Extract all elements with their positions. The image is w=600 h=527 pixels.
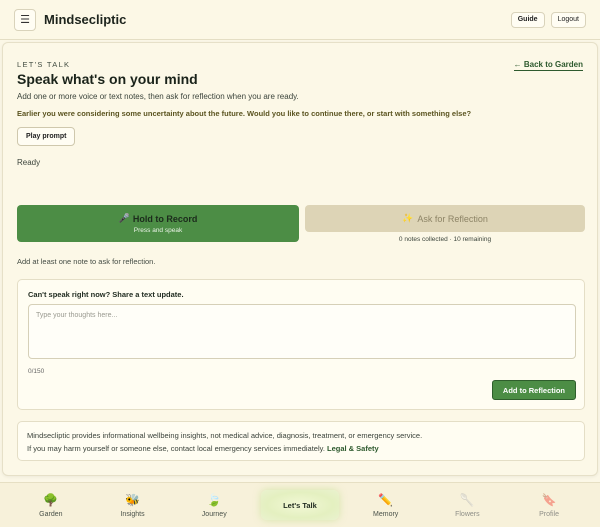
- page-title: Speak what's on your mind: [17, 71, 198, 87]
- nav-label-profile: Profile: [539, 510, 559, 518]
- guide-button[interactable]: Guide: [510, 11, 545, 28]
- reflect-label: Ask for Reflection: [417, 213, 488, 224]
- text-update-card: Can't speak right now? Share a text upda…: [17, 279, 585, 410]
- menu-button[interactable]: ☰: [14, 8, 36, 31]
- text-update-title: Can't speak right now? Share a text upda…: [28, 290, 184, 299]
- nav-item-journey[interactable]: 🍃 Journey: [179, 486, 249, 524]
- disclaimer-line-2: If you may harm yourself or someone else…: [27, 442, 575, 455]
- nav-label-memory: Memory: [373, 510, 399, 518]
- nav-item-memory[interactable]: ✏️ Memory: [351, 486, 421, 524]
- character-count: 0/150: [28, 368, 45, 375]
- nav-label-flowers: Flowers: [455, 510, 480, 518]
- ask-for-reflection-button[interactable]: ✨ Ask for Reflection: [305, 205, 585, 232]
- nav-label-insights: Insights: [120, 510, 145, 518]
- page-subtitle: Add one or more voice or text notes, the…: [17, 92, 299, 101]
- record-label-row: 🎤 Hold to Record: [119, 213, 198, 224]
- tree-icon: 🌳: [43, 492, 59, 507]
- bee-icon: 🐝: [125, 492, 141, 507]
- conversation-prompt: Earlier you were considering some uncert…: [17, 109, 472, 118]
- record-label: Hold to Record: [132, 213, 198, 224]
- thoughts-textarea[interactable]: Type your thoughts here...: [28, 304, 576, 359]
- reflection-hint: Add at least one note to ask for reflect…: [17, 257, 156, 266]
- record-sublabel: Press and speak: [133, 227, 183, 234]
- nav-label-garden: Garden: [39, 510, 63, 518]
- nav-label-journey: Journey: [201, 510, 227, 518]
- recording-status: Ready: [17, 158, 41, 167]
- legal-safety-link[interactable]: Legal & Safety: [327, 444, 379, 453]
- pencil-icon: ✏️: [378, 492, 394, 507]
- play-prompt-button[interactable]: Play prompt: [17, 127, 76, 146]
- header-actions: Guide Logout: [510, 11, 586, 28]
- leaf-icon: 🍃: [206, 492, 222, 507]
- add-to-reflection-button[interactable]: Add to Reflection: [491, 380, 576, 400]
- sparkle-icon: ✨: [402, 213, 414, 223]
- logout-button[interactable]: Logout: [550, 11, 586, 28]
- app-header: ☰ Mindsecliptic Guide Logout: [0, 0, 600, 40]
- hold-to-record-button[interactable]: 🎤 Hold to Record Press and speak: [17, 205, 299, 242]
- disclaimer-line-2-text: If you may harm yourself or someone else…: [27, 444, 325, 453]
- nav-item-flowers[interactable]: 🥄 Flowers: [432, 486, 502, 524]
- section-eyebrow: LET'S TALK: [17, 60, 71, 69]
- microphone-icon: 🎤: [118, 213, 130, 223]
- shovel-icon: 🥄: [459, 492, 475, 507]
- nav-item-garden[interactable]: 🌳 Garden: [16, 486, 86, 524]
- back-to-garden-link[interactable]: ← Back to Garden: [513, 60, 583, 71]
- hamburger-menu-icon: ☰: [20, 14, 30, 26]
- safety-disclaimer: Mindsecliptic provides informational wel…: [17, 421, 585, 461]
- notes-count: 0 notes collected · 10 remaining: [398, 236, 492, 243]
- nav-item-insights[interactable]: 🐝 Insights: [98, 486, 168, 524]
- app-title: Mindsecliptic: [44, 12, 127, 27]
- nav-item-profile[interactable]: 🔖 Profile: [514, 486, 584, 524]
- bottom-navigation: 🌳 Garden 🐝 Insights 🍃 Journey Let's Talk…: [0, 482, 600, 527]
- profile-bookmark-icon: 🔖: [541, 492, 557, 507]
- lets-talk-panel: LET'S TALK ← Back to Garden Speak what's…: [2, 42, 598, 476]
- nav-label-lets-talk: Let's Talk: [283, 500, 317, 510]
- disclaimer-line-1: Mindsecliptic provides informational wel…: [27, 431, 423, 440]
- nav-item-lets-talk[interactable]: Let's Talk: [260, 490, 339, 520]
